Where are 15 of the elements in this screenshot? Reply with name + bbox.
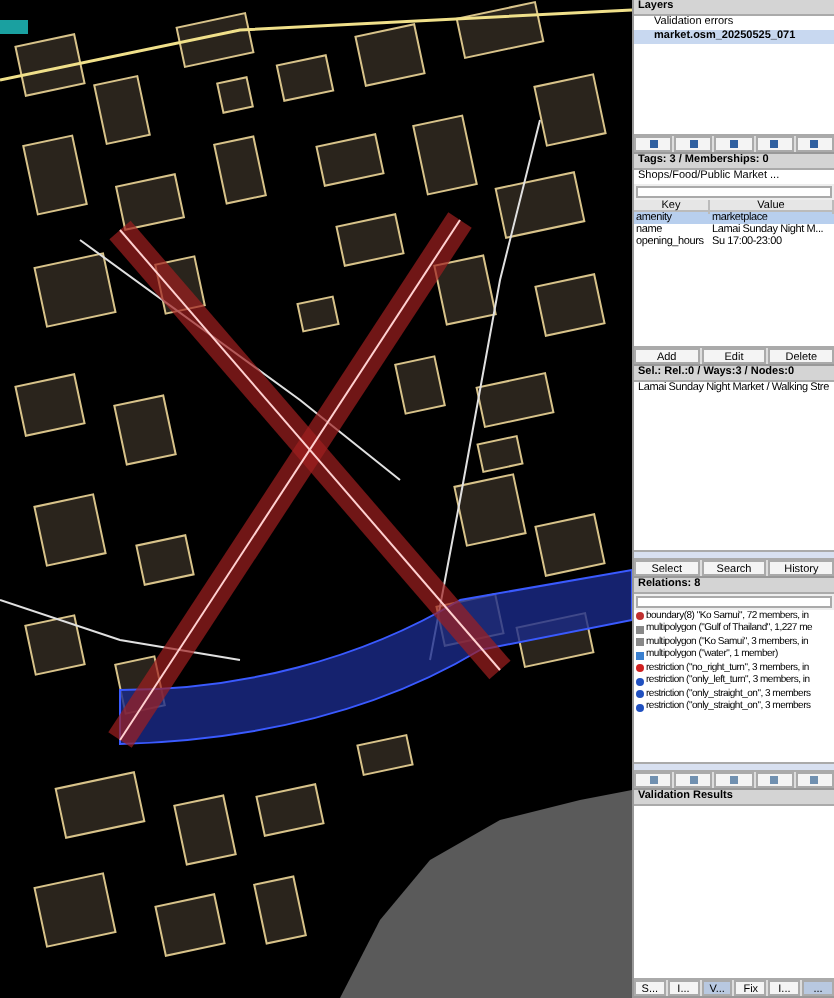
layer-toolbar-button[interactable]: [795, 136, 834, 152]
relation-toolbar-button[interactable]: [674, 772, 713, 788]
map-drawing[interactable]: [0, 0, 632, 998]
layer-toolbar-button[interactable]: [714, 136, 754, 152]
search-field[interactable]: [636, 596, 832, 608]
relation-toolbar-button[interactable]: [634, 772, 673, 788]
relation-toolbar-button[interactable]: [714, 772, 754, 788]
layer-toolbar-button[interactable]: [755, 136, 794, 152]
layer-toolbar-button[interactable]: [674, 136, 713, 152]
relation-toolbar-button[interactable]: [755, 772, 794, 788]
search-field[interactable]: [636, 186, 832, 198]
scroll-bar[interactable]: [634, 550, 834, 558]
layer-toolbar-button[interactable]: [634, 136, 673, 152]
relation-toolbar-button[interactable]: [795, 772, 834, 788]
scroll-bar[interactable]: [634, 762, 834, 770]
